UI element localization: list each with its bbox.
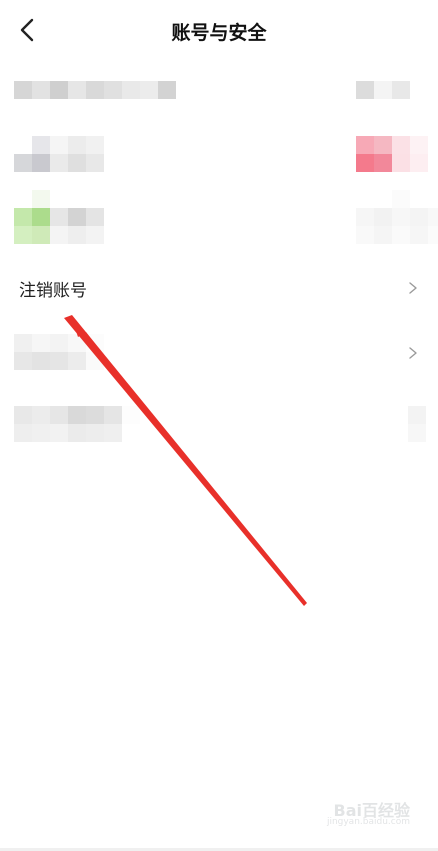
watermark-url: jingyan.baidu.com xyxy=(326,817,410,827)
page-title: 账号与安全 xyxy=(171,22,267,44)
top-nav-bar: 账号与安全 xyxy=(0,0,438,62)
blurred-value xyxy=(356,190,438,244)
blurred-value xyxy=(356,81,410,99)
blurred-label xyxy=(14,334,104,370)
list-item[interactable] xyxy=(0,388,438,450)
blurred-value xyxy=(356,136,428,172)
blurred-label xyxy=(14,81,176,99)
chevron-right-icon xyxy=(409,282,417,294)
list-item[interactable] xyxy=(0,62,438,124)
blurred-label xyxy=(14,406,140,442)
blurred-label xyxy=(14,190,104,244)
blurred-value xyxy=(408,406,438,442)
cancel-account-label: 注销账号 xyxy=(19,281,87,301)
chevron-right-icon xyxy=(409,347,417,359)
list-item[interactable] xyxy=(0,186,438,248)
baidu-watermark: Bai百经验 jingyan.baidu.com xyxy=(318,797,410,831)
blurred-label xyxy=(14,136,104,172)
list-item[interactable] xyxy=(0,124,438,186)
list-item[interactable] xyxy=(0,320,438,382)
